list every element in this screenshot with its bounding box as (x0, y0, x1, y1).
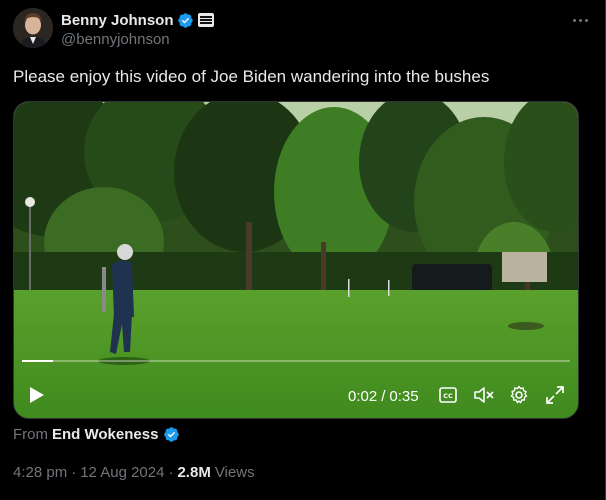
author-handle[interactable]: @bennyjohnson (61, 31, 214, 48)
source-name[interactable]: End Wokeness (52, 426, 158, 443)
views-count[interactable]: 2.8M (177, 464, 210, 481)
more-options-icon[interactable] (568, 10, 592, 30)
tweet-header: Benny Johnson @bennyjohnson (13, 8, 592, 52)
author-names: Benny Johnson @bennyjohnson (61, 10, 214, 48)
svg-text:CC: CC (443, 392, 453, 400)
affiliate-badge-icon[interactable] (197, 13, 214, 27)
video-current-time: 0:02 (348, 388, 378, 405)
video-time-separator: / (381, 388, 386, 405)
video-player[interactable]: 0:02 / 0:35 CC (13, 101, 579, 419)
play-icon[interactable] (26, 384, 48, 406)
video-progress-bar[interactable] (22, 360, 570, 362)
video-duration: 0:35 (389, 388, 419, 405)
tweet-date[interactable]: 12 Aug 2024 (80, 464, 164, 481)
views-label: Views (214, 464, 255, 481)
fullscreen-icon[interactable] (544, 384, 566, 406)
captions-icon[interactable]: CC (437, 384, 459, 406)
tweet-time[interactable]: 4:28 pm (13, 464, 67, 481)
video-controls: 0:02 / 0:35 CC (14, 356, 578, 418)
video-time: 0:02 / 0:35 (348, 388, 419, 405)
video-progress-fill (22, 360, 54, 362)
meta-separator: · (71, 464, 77, 481)
settings-gear-icon[interactable] (508, 384, 530, 406)
meta-separator: · (168, 464, 174, 481)
source-prefix: From (13, 426, 48, 443)
source-verified-badge-icon (163, 426, 180, 443)
author-display-name[interactable]: Benny Johnson (61, 12, 174, 29)
mute-icon[interactable] (473, 384, 495, 406)
video-source: From End Wokeness (13, 426, 180, 443)
avatar[interactable] (13, 8, 53, 48)
verified-badge-icon (177, 12, 194, 29)
tweet-text: Please enjoy this video of Joe Biden wan… (13, 67, 490, 86)
tweet-meta: 4:28 pm · 12 Aug 2024 · 2.8M Views (13, 464, 255, 481)
